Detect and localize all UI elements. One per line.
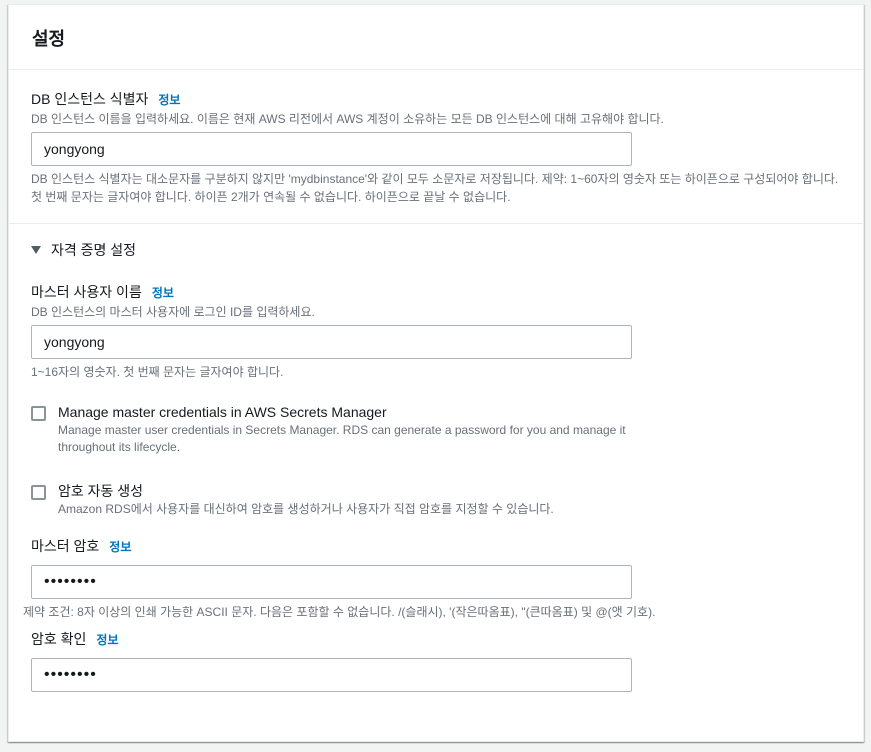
instance-id-label: DB 인스턴스 식별자 (31, 91, 149, 107)
master-password-label: 마스터 암호 (31, 538, 100, 554)
instance-id-description: DB 인스턴스 이름을 입력하세요. 이름은 현재 AWS 리전에서 AWS 계… (31, 112, 664, 126)
auto-generate-title: 암호 자동 생성 (58, 483, 144, 499)
instance-id-label-row: DB 인스턴스 식별자 정보 (31, 89, 841, 109)
auto-generate-checkbox[interactable] (31, 485, 46, 500)
instance-id-info-link[interactable]: 정보 (158, 91, 180, 108)
settings-panel: 설정 DB 인스턴스 식별자 정보 DB 인스턴스 이름을 입력하세요. 이름은… (8, 4, 864, 742)
confirm-password-label: 암호 확인 (31, 631, 87, 647)
confirm-password-input[interactable] (31, 658, 632, 692)
credentials-expander[interactable]: 자격 증명 설정 (31, 240, 863, 260)
master-username-info-link[interactable]: 정보 (152, 284, 174, 301)
master-username-field: 마스터 사용자 이름 정보 DB 인스턴스의 마스터 사용자에 로그인 ID를 … (31, 282, 863, 381)
panel-header: 설정 (9, 5, 863, 70)
confirm-password-info-link[interactable]: 정보 (96, 631, 118, 648)
master-password-constraint: 제약 조건: 8자 이상의 인쇄 가능한 ASCII 문자. 다음은 포함할 수… (23, 605, 656, 619)
master-username-label: 마스터 사용자 이름 (31, 284, 142, 300)
master-password-input[interactable] (31, 565, 632, 599)
secrets-manager-text: Manage master credentials in AWS Secrets… (58, 403, 638, 456)
secrets-manager-checkbox[interactable] (31, 406, 46, 421)
secrets-manager-title: Manage master credentials in AWS Secrets… (58, 404, 387, 420)
master-password-field: 마스터 암호 정보 제약 조건: 8자 이상의 인쇄 가능한 ASCII 문자.… (23, 536, 863, 621)
auto-generate-description: Amazon RDS에서 사용자를 대신하여 암호를 생성하거나 사용자가 직접… (58, 502, 554, 516)
master-username-description: DB 인스턴스의 마스터 사용자에 로그인 ID를 입력하세요. (31, 305, 315, 319)
secrets-manager-description: Manage master user credentials in Secret… (58, 423, 626, 454)
master-password-label-row: 마스터 암호 정보 (31, 536, 863, 556)
master-username-constraint: 1~16자의 영숫자. 첫 번째 문자는 글자여야 합니다. (31, 365, 284, 379)
confirm-password-label-row: 암호 확인 정보 (31, 629, 863, 649)
panel-title: 설정 (32, 29, 66, 49)
auto-generate-text: 암호 자동 생성 Amazon RDS에서 사용자를 대신하여 암호를 생성하거… (58, 482, 638, 518)
auto-generate-option: 암호 자동 생성 Amazon RDS에서 사용자를 대신하여 암호를 생성하거… (31, 482, 863, 518)
master-username-label-row: 마스터 사용자 이름 정보 (31, 282, 863, 302)
caret-down-icon (31, 246, 41, 254)
instance-identifier-section: DB 인스턴스 식별자 정보 DB 인스턴스 이름을 입력하세요. 이름은 현재… (9, 70, 863, 224)
instance-id-input[interactable] (31, 132, 632, 166)
secrets-manager-option: Manage master credentials in AWS Secrets… (31, 403, 863, 456)
confirm-password-field: 암호 확인 정보 (31, 629, 863, 692)
master-password-info-link[interactable]: 정보 (109, 538, 131, 555)
credentials-section-label: 자격 증명 설정 (51, 242, 137, 258)
master-username-input[interactable] (31, 325, 632, 359)
instance-id-constraint: DB 인스턴스 식별자는 대소문자를 구분하지 않지만 'mydbinstanc… (31, 172, 839, 204)
